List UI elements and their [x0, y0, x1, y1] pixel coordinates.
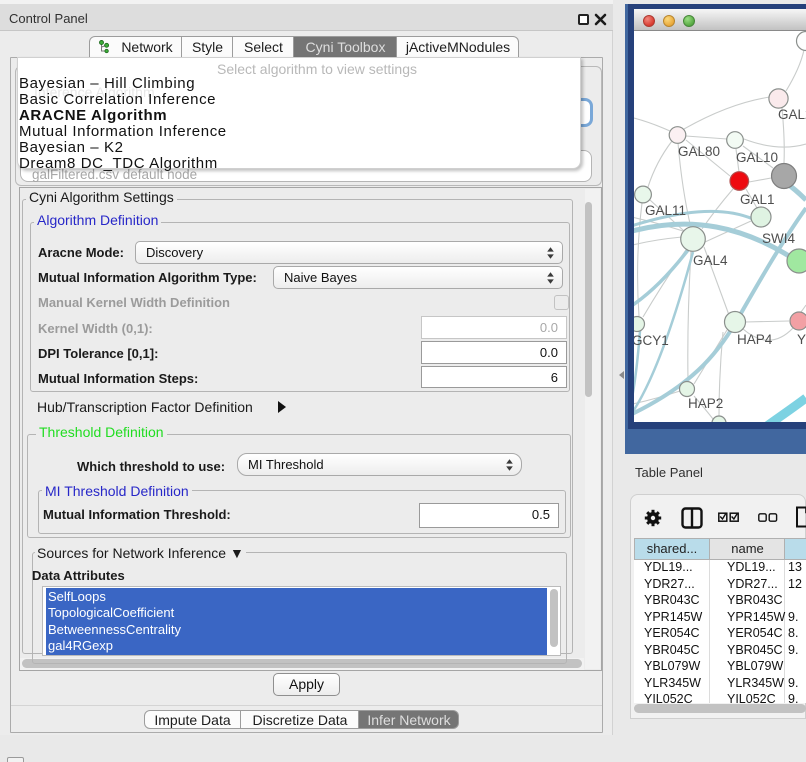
svg-text:GAL11: GAL11	[645, 203, 686, 218]
svg-text:SWI4: SWI4	[762, 231, 795, 246]
svg-text:GAL1: GAL1	[740, 192, 775, 207]
svg-text:GAL80: GAL80	[678, 144, 720, 159]
svg-text:GAL10: GAL10	[736, 150, 778, 165]
svg-text:Y: Y	[797, 332, 806, 347]
svg-text:GCY1: GCY1	[634, 333, 669, 348]
svg-text:GAL4: GAL4	[693, 253, 728, 268]
svg-text:GAL2: GAL2	[778, 107, 806, 122]
svg-text:HAP2: HAP2	[688, 396, 723, 411]
svg-text:HAP4: HAP4	[737, 332, 773, 347]
